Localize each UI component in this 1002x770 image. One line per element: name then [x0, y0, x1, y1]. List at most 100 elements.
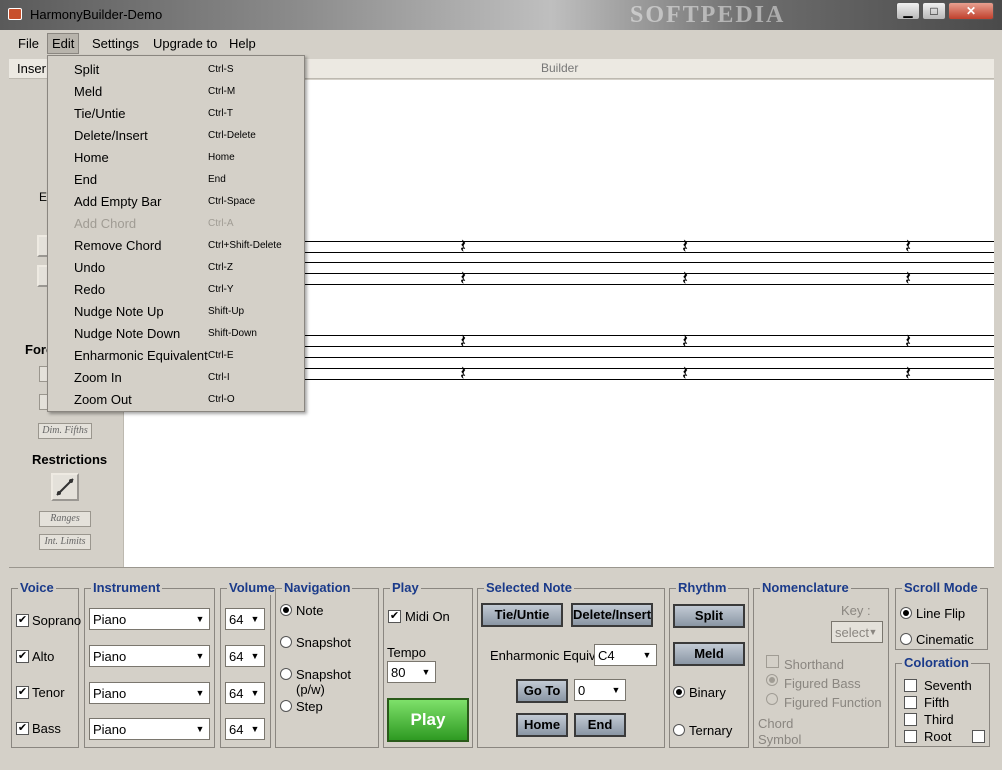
bass-instrument-select[interactable]: Piano ▼ [89, 718, 210, 740]
volume-title: Volume [227, 580, 277, 595]
alto-instrument-select[interactable]: Piano ▼ [89, 645, 210, 667]
menu-item-label: Nudge Note Up [74, 304, 164, 319]
play-title: Play [390, 580, 421, 595]
tie-untie-button[interactable]: Tie/Untie [481, 603, 563, 627]
menu-settings[interactable]: Settings [92, 36, 139, 51]
soprano-checkbox[interactable]: ✔ [16, 614, 29, 627]
menu-item-meld[interactable]: Meld Ctrl-M [48, 81, 304, 103]
end-button[interactable]: End [574, 713, 626, 737]
split-button[interactable]: Split [673, 604, 745, 628]
coloration-extra-checkbox[interactable] [972, 730, 985, 743]
menu-item-shortcut: Ctrl-S [208, 64, 234, 75]
quarter-rest-icon: 𝄽 [905, 266, 912, 290]
tenor-checkbox[interactable]: ✔ [16, 686, 29, 699]
menu-file[interactable]: File [18, 36, 39, 51]
menu-item-tie-untie[interactable]: Tie/Untie Ctrl-T [48, 103, 304, 125]
quarter-rest-icon: 𝄽 [682, 266, 689, 290]
menu-item-zoom-in[interactable]: Zoom In Ctrl-I [48, 367, 304, 389]
binary-radio[interactable] [673, 686, 685, 698]
alto-volume-select[interactable]: 64 ▼ [225, 645, 265, 667]
menu-item-split[interactable]: Split Ctrl-S [48, 59, 304, 81]
nav-snapshot-pw-radio[interactable] [280, 668, 292, 680]
restrictions-tool-icon[interactable] [51, 473, 79, 501]
menu-item-nudge-down[interactable]: Nudge Note Down Shift-Down [48, 323, 304, 345]
menu-item-label: Tie/Untie [74, 106, 126, 121]
chevron-down-icon: ▼ [250, 614, 260, 624]
home-button[interactable]: Home [516, 713, 568, 737]
seventh-checkbox[interactable] [904, 679, 917, 692]
tempo-select[interactable]: 80 ▼ [387, 661, 436, 683]
cinematic-radio[interactable] [900, 633, 912, 645]
int-limits-button[interactable]: Int. Limits [39, 534, 91, 550]
menu-item-redo[interactable]: Redo Ctrl-Y [48, 279, 304, 301]
menu-item-undo[interactable]: Undo Ctrl-Z [48, 257, 304, 279]
menu-item-shortcut: Ctrl-M [208, 86, 236, 97]
dim-fifths-button[interactable]: Dim. Fifths [38, 423, 92, 439]
root-label: Root [924, 729, 952, 744]
fifth-checkbox[interactable] [904, 696, 917, 709]
menu-item-label: Meld [74, 84, 103, 99]
voice-group: Voice ✔ Soprano ✔ Alto ✔ Tenor ✔ Bass [11, 580, 81, 748]
menu-item-remove-chord[interactable]: Remove Chord Ctrl+Shift-Delete [48, 235, 304, 257]
nav-note-radio[interactable] [280, 604, 292, 616]
menu-item-add-empty-bar[interactable]: Add Empty Bar Ctrl-Space [48, 191, 304, 213]
menu-item-nudge-up[interactable]: Nudge Note Up Shift-Up [48, 301, 304, 323]
tempo-label: Tempo [387, 645, 427, 660]
minimize-icon[interactable]: ▁ [896, 2, 920, 20]
menu-item-shortcut: Shift-Down [208, 328, 257, 339]
meld-button[interactable]: Meld [673, 642, 745, 666]
quarter-rest-icon: 𝄽 [460, 329, 467, 353]
scroll-mode-title: Scroll Mode [902, 580, 980, 595]
close-icon[interactable]: ✕ [948, 2, 994, 20]
root-checkbox[interactable] [904, 730, 917, 743]
menu-item-end[interactable]: End End [48, 169, 304, 191]
menu-item-zoom-out[interactable]: Zoom Out Ctrl-O [48, 389, 304, 411]
figured-function-label: Figured Function [784, 695, 882, 710]
maximize-icon[interactable]: □ [922, 2, 946, 20]
nav-step-radio[interactable] [280, 700, 292, 712]
shorthand-label: Shorthand [784, 657, 844, 672]
chevron-down-icon: ▼ [250, 651, 260, 661]
menu-item-shortcut: Ctrl-Z [208, 262, 233, 273]
menu-item-label: Enharmonic Equivalent [74, 348, 208, 363]
menu-item-home[interactable]: Home Home [48, 147, 304, 169]
menu-item-shortcut: Ctrl-O [208, 394, 235, 405]
menu-edit[interactable]: Edit [47, 33, 80, 54]
chevron-down-icon: ▼ [195, 688, 205, 698]
menu-item-shortcut: Ctrl-E [208, 350, 234, 361]
menu-item-label: Nudge Note Down [74, 326, 181, 341]
enharmonic-select[interactable]: C4 ▼ [594, 644, 657, 666]
midi-on-checkbox[interactable]: ✔ [388, 610, 401, 623]
delete-insert-button[interactable]: Delete/Insert [571, 603, 653, 627]
diagonal-line-icon [56, 478, 74, 496]
nav-snapshot-radio[interactable] [280, 636, 292, 648]
quarter-rest-icon: 𝄽 [460, 234, 467, 258]
chevron-down-icon: ▼ [195, 651, 205, 661]
go-to-button[interactable]: Go To [516, 679, 568, 703]
instrument-group: Instrument Piano ▼ Piano ▼ Piano ▼ Piano ▼ [84, 580, 215, 748]
line-flip-radio[interactable] [900, 607, 912, 619]
restrictions-heading: Restrictions [32, 452, 108, 467]
ternary-radio[interactable] [673, 724, 685, 736]
bass-checkbox[interactable]: ✔ [16, 722, 29, 735]
tenor-instrument-select[interactable]: Piano ▼ [89, 682, 210, 704]
menu-item-delete-insert[interactable]: Delete/Insert Ctrl-Delete [48, 125, 304, 147]
play-button[interactable]: Play [387, 698, 469, 742]
tab-insert[interactable]: Inser [17, 61, 46, 76]
menu-help[interactable]: Help [229, 36, 256, 51]
alto-checkbox[interactable]: ✔ [16, 650, 29, 663]
menu-item-add-chord: Add Chord Ctrl-A [48, 213, 304, 235]
menu-item-enharmonic[interactable]: Enharmonic Equivalent Ctrl-E [48, 345, 304, 367]
rhythm-title: Rhythm [676, 580, 729, 595]
soprano-volume-select[interactable]: 64 ▼ [225, 608, 265, 630]
ranges-button[interactable]: Ranges [39, 511, 91, 527]
soprano-instrument-select[interactable]: Piano ▼ [89, 608, 210, 630]
menu-item-shortcut: Ctrl-I [208, 372, 230, 383]
go-to-select[interactable]: 0 ▼ [574, 679, 626, 701]
bass-volume-select[interactable]: 64 ▼ [225, 718, 265, 740]
third-checkbox[interactable] [904, 713, 917, 726]
menu-item-shortcut: Ctrl+Shift-Delete [208, 240, 282, 251]
radio-selected-dot [283, 607, 289, 613]
tenor-volume-select[interactable]: 64 ▼ [225, 682, 265, 704]
menu-upgrade[interactable]: Upgrade to [153, 36, 217, 51]
